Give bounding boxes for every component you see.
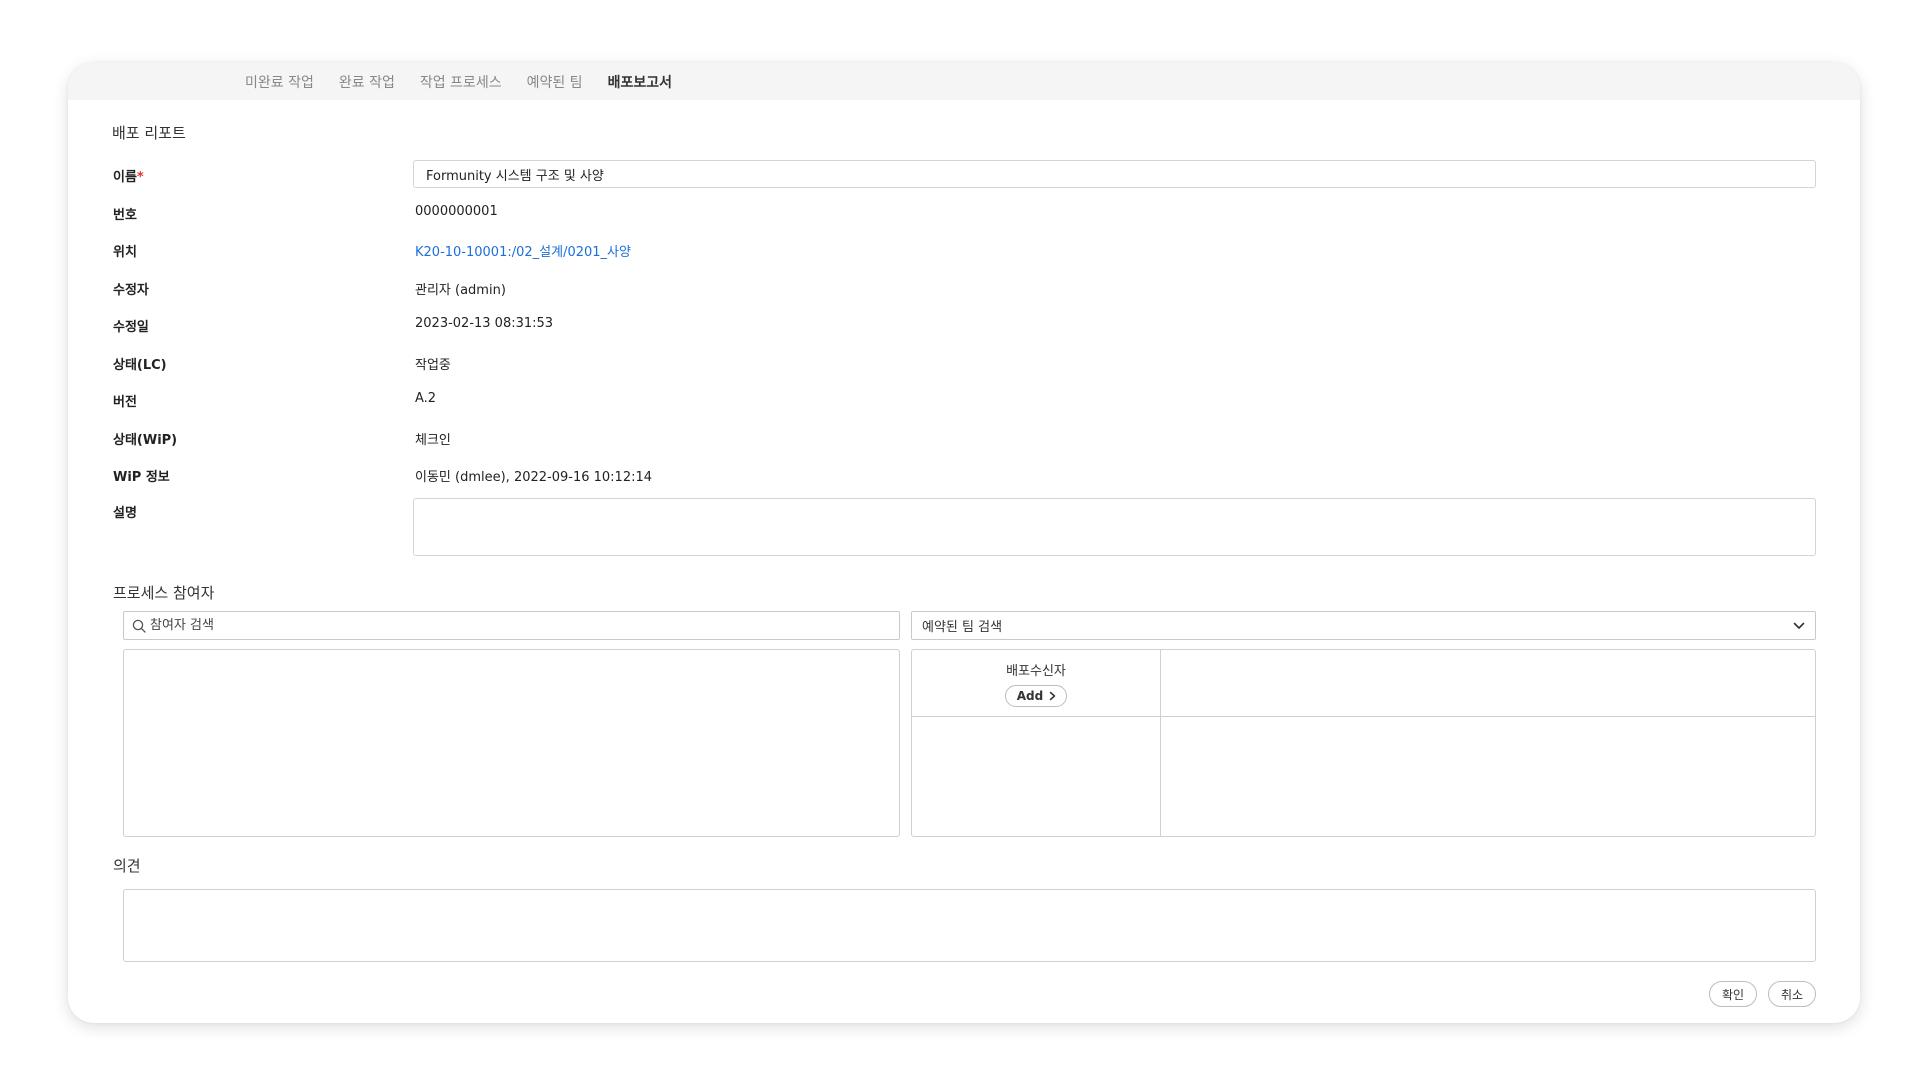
search-icon	[132, 619, 146, 633]
table-divider-vertical	[1160, 650, 1161, 836]
participant-list[interactable]	[123, 649, 900, 837]
number-label: 번호	[113, 208, 137, 223]
version-value: A.2	[415, 391, 437, 406]
tab-distribution-report[interactable]: 배포보고서	[608, 72, 672, 92]
table-divider-horizontal	[912, 716, 1815, 717]
wip-info-value: 이동민 (dmlee), 2022-09-16 10:12:14	[415, 470, 653, 485]
modified-date-label: 수정일	[113, 320, 149, 335]
cancel-button[interactable]: 취소	[1768, 981, 1816, 1007]
opinion-field[interactable]	[123, 889, 1816, 962]
tab-completed-tasks[interactable]: 완료 작업	[339, 72, 395, 92]
recipient-header: 배포수신자 Add	[912, 650, 1160, 716]
participant-search[interactable]	[123, 611, 900, 640]
team-select[interactable]: 예약된 팀 검색	[911, 611, 1816, 640]
location-label: 위치	[113, 245, 137, 260]
wip-info-label: WiP 정보	[113, 470, 170, 485]
description-label: 설명	[113, 506, 137, 521]
required-mark: *	[136, 170, 144, 185]
opinion-title: 의견	[113, 857, 141, 875]
report-title: 배포 리포트	[112, 124, 186, 142]
status-lc-value: 작업중	[415, 358, 451, 373]
add-recipient-button[interactable]: Add	[1004, 684, 1068, 707]
number-value: 0000000001	[415, 204, 498, 219]
tab-task-process[interactable]: 작업 프로세스	[420, 72, 502, 92]
participant-search-input[interactable]	[150, 618, 850, 633]
description-field[interactable]	[413, 498, 1816, 556]
status-lc-label: 상태(LC)	[113, 358, 167, 373]
tab-incomplete-tasks[interactable]: 미완료 작업	[245, 72, 314, 92]
version-label: 버전	[113, 395, 137, 410]
modified-date-value: 2023-02-13 08:31:53	[415, 316, 554, 331]
tab-bar: 미완료 작업 완료 작업 작업 프로세스 예약된 팀 배포보고서	[68, 63, 1860, 100]
name-label: 이름*	[113, 166, 144, 185]
chevron-right-icon	[1049, 691, 1056, 700]
recipient-table: 배포수신자 Add	[911, 649, 1816, 837]
location-link[interactable]: K20-10-10001:/02_설계/0201_사양	[415, 241, 631, 260]
tab-reserved-team[interactable]: 예약된 팀	[527, 72, 583, 92]
team-select-value: 예약된 팀 검색	[922, 620, 1003, 635]
chevron-down-icon	[1793, 622, 1805, 629]
participants-title: 프로세스 참여자	[113, 584, 215, 602]
modifier-label: 수정자	[113, 283, 149, 298]
report-dialog: 미완료 작업 완료 작업 작업 프로세스 예약된 팀 배포보고서 배포 리포트 …	[68, 63, 1860, 1023]
status-wip-value: 체크인	[415, 433, 451, 448]
name-input[interactable]	[413, 160, 1816, 188]
recipient-label: 배포수신자	[1006, 663, 1066, 679]
status-wip-label: 상태(WiP)	[113, 433, 178, 448]
modifier-value: 관리자 (admin)	[415, 283, 506, 298]
name-label-text: 이름	[113, 170, 137, 185]
add-recipient-label: Add	[1016, 688, 1044, 703]
confirm-button[interactable]: 확인	[1709, 981, 1757, 1007]
